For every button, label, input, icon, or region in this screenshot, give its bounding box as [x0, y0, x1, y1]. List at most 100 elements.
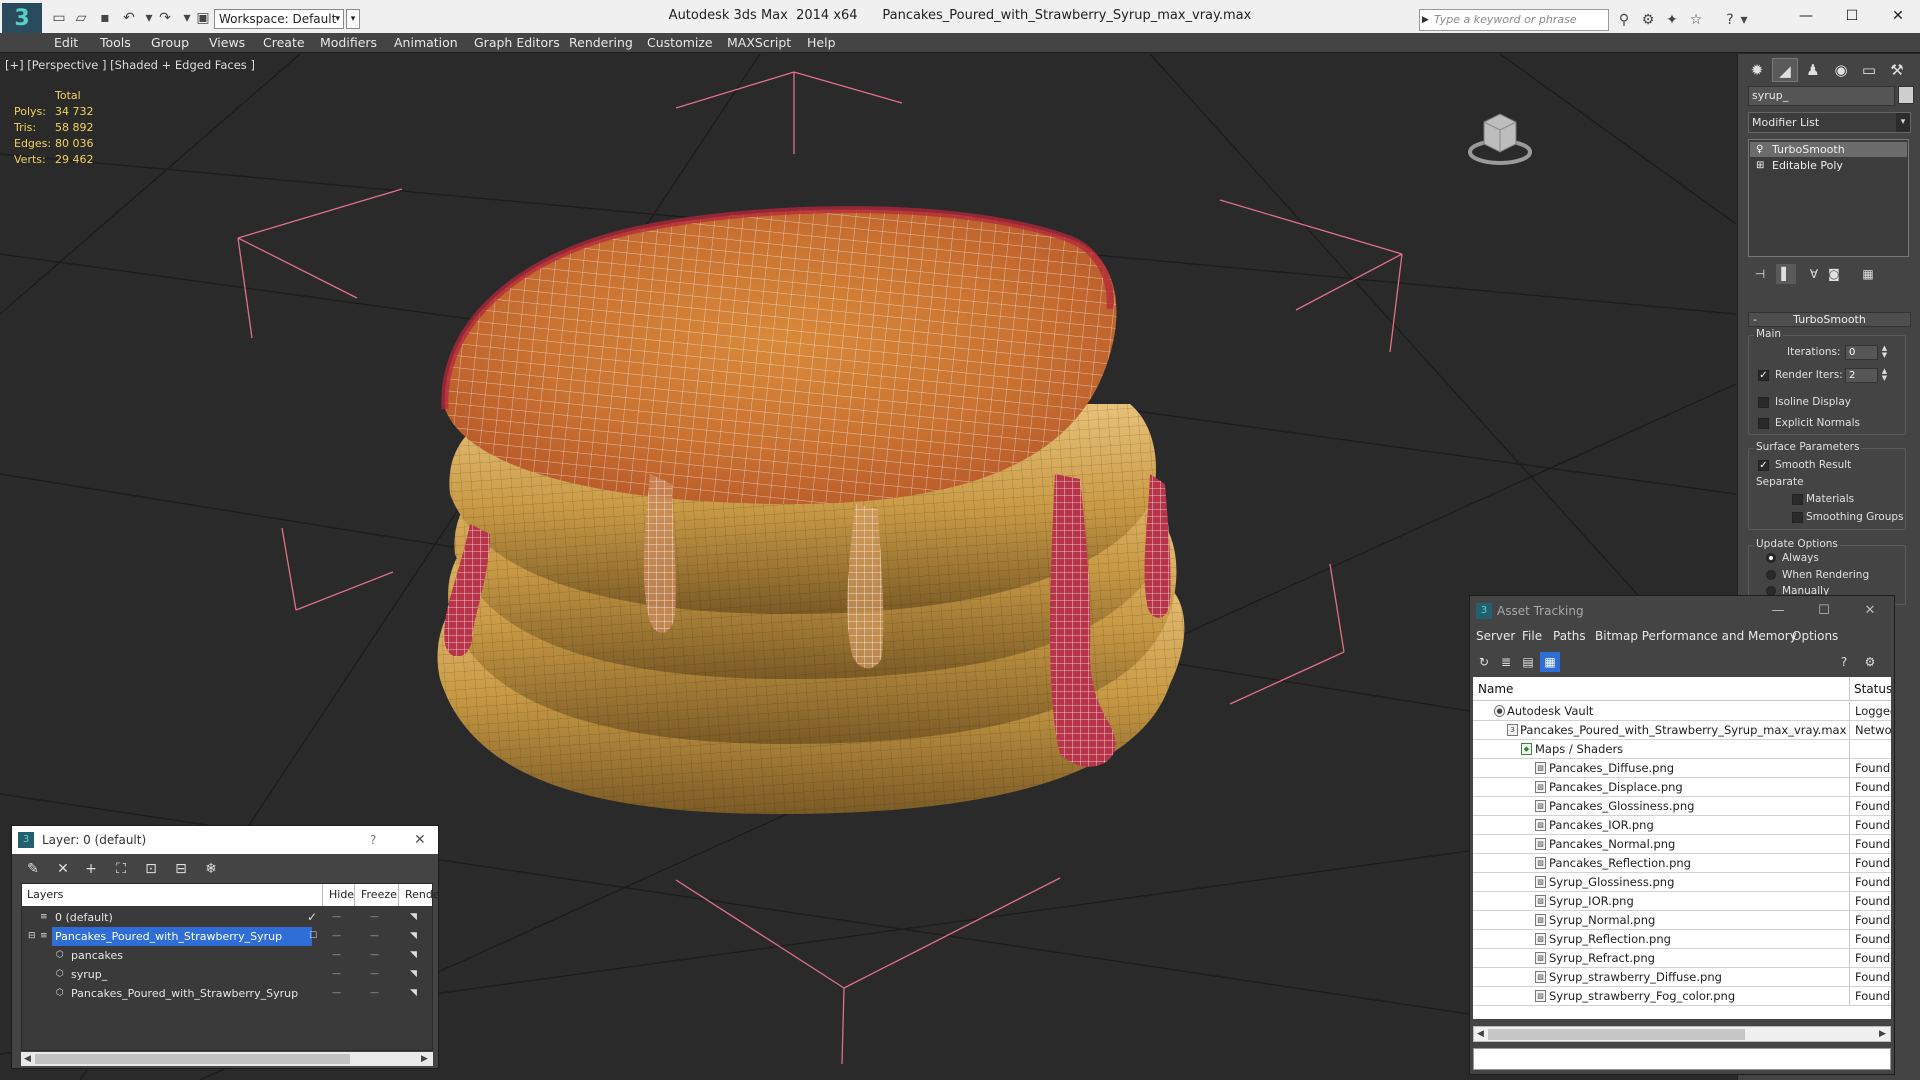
render-teapot-icon[interactable]: ◥: [410, 965, 417, 984]
menu-rendering[interactable]: Rendering: [569, 35, 633, 50]
make-unique-icon[interactable]: ∀: [1804, 264, 1824, 284]
asset-row[interactable]: ◆ Maps / Shaders: [1473, 740, 1891, 759]
current-layer-check-icon[interactable]: ✓: [307, 908, 317, 927]
settings-icon[interactable]: ⚙: [1860, 652, 1880, 672]
col-freeze[interactable]: Freeze: [361, 888, 397, 901]
remove-modifier-icon[interactable]: ◙: [1824, 264, 1844, 284]
menu-bitmap-performance[interactable]: Bitmap Performance and Memory: [1595, 629, 1797, 643]
hide-toggle[interactable]: —: [332, 908, 341, 927]
thumbnail-view-icon[interactable]: ▤: [1518, 652, 1538, 672]
close-button[interactable]: ✕: [1852, 596, 1888, 626]
asset-row[interactable]: ● Autodesk Vault Logged: [1473, 702, 1891, 721]
add-to-layer-icon[interactable]: +: [80, 858, 102, 880]
open-folder-icon[interactable]: ▱: [72, 9, 90, 27]
menu-tools[interactable]: Tools: [100, 35, 131, 50]
minimize-button[interactable]: —: [1760, 596, 1796, 626]
asset-row[interactable]: ▧ Syrup_Reflection.png Found: [1473, 930, 1891, 949]
render-teapot-icon[interactable]: ◥: [410, 927, 417, 946]
scroll-left-icon[interactable]: ◀: [1477, 1027, 1484, 1041]
pin-stack-icon[interactable]: ⊣: [1750, 264, 1770, 284]
scrollbar-thumb[interactable]: [35, 1054, 350, 1064]
freeze-all-layers-icon[interactable]: ❄: [200, 858, 222, 880]
scroll-left-icon[interactable]: ◀: [24, 1052, 31, 1066]
workspace-menu-button[interactable]: ▾: [346, 9, 360, 29]
smoothing-groups-checkbox[interactable]: [1792, 512, 1803, 523]
lightbulb-icon[interactable]: ♀: [1756, 142, 1763, 157]
layer-row[interactable]: ⊟ ≡ Pancakes_Poured_with_Strawberry_Syru…: [22, 927, 432, 946]
asset-row[interactable]: ▧ Pancakes_Normal.png Found: [1473, 835, 1891, 854]
highlight-layer-icon[interactable]: ⊡: [140, 858, 162, 880]
col-render[interactable]: Rende: [405, 888, 440, 901]
menu-customize[interactable]: Customize: [647, 35, 713, 50]
hide-all-layers-icon[interactable]: ⊟: [170, 858, 192, 880]
maximize-button[interactable]: ☐: [1806, 596, 1842, 626]
scrollbar-thumb[interactable]: [1488, 1029, 1745, 1040]
create-tab-icon[interactable]: ✹: [1744, 58, 1770, 82]
menu-paths[interactable]: Paths: [1553, 629, 1586, 643]
scroll-right-icon[interactable]: ▶: [1879, 1027, 1886, 1041]
display-tab-icon[interactable]: ▭: [1856, 58, 1882, 82]
asset-row[interactable]: ▧ Pancakes_Diffuse.png Found: [1473, 759, 1891, 778]
create-layer-icon[interactable]: ✎: [22, 858, 44, 880]
help-icon[interactable]: ?: [1834, 652, 1854, 672]
menu-help[interactable]: Help: [807, 35, 836, 50]
hide-toggle[interactable]: —: [332, 984, 341, 1003]
menu-options[interactable]: Options: [1792, 629, 1838, 643]
menu-group[interactable]: Group: [151, 35, 189, 50]
asset-row[interactable]: ▧ Syrup_Refract.png Found: [1473, 949, 1891, 968]
layer-row[interactable]: ≡ 0 (default) ✓ — — ◥: [22, 908, 432, 927]
select-objects-icon[interactable]: ⛶: [110, 858, 132, 880]
turbosmooth-rollout-header[interactable]: - TurboSmooth: [1748, 312, 1911, 327]
new-file-icon[interactable]: ▭: [50, 9, 68, 27]
scroll-right-icon[interactable]: ▶: [421, 1052, 428, 1066]
modify-tab-icon[interactable]: ◢: [1772, 58, 1798, 82]
object-name-field[interactable]: syrup_: [1748, 86, 1895, 106]
asset-row[interactable]: ▧ Syrup_Normal.png Found: [1473, 911, 1891, 930]
viewport-label[interactable]: [+] [Perspective ] [Shaded + Edged Faces…: [5, 58, 255, 72]
configure-modifier-sets-icon[interactable]: ▦: [1858, 264, 1878, 284]
table-view-icon[interactable]: ▦: [1540, 652, 1560, 672]
render-iters-spinner[interactable]: 2: [1845, 368, 1878, 383]
undo-icon[interactable]: ↶: [120, 9, 138, 27]
utilities-tab-icon[interactable]: ⚒: [1884, 58, 1910, 82]
asset-row[interactable]: ▧ Pancakes_IOR.png Found: [1473, 816, 1891, 835]
asset-row[interactable]: ▧ Syrup_strawberry_Fog_color.png Found: [1473, 987, 1891, 1006]
help-icon[interactable]: ?: [1720, 10, 1740, 30]
isoline-display-checkbox[interactable]: [1758, 397, 1769, 408]
expand-plus-icon[interactable]: ⊞: [1756, 158, 1764, 173]
when-rendering-radio[interactable]: [1766, 570, 1776, 580]
freeze-toggle[interactable]: —: [370, 908, 379, 927]
stack-item-editable-poly[interactable]: ⊞ Editable Poly: [1750, 158, 1907, 173]
hide-toggle[interactable]: —: [332, 946, 341, 965]
redo-icon[interactable]: ↷: [156, 9, 174, 27]
freeze-toggle[interactable]: —: [370, 984, 379, 1003]
freeze-toggle[interactable]: —: [370, 927, 379, 946]
hierarchy-tab-icon[interactable]: ♟: [1800, 58, 1826, 82]
materials-checkbox[interactable]: [1792, 494, 1803, 505]
render-teapot-icon[interactable]: ◥: [410, 908, 417, 927]
stack-item-turbosmooth[interactable]: ♀ TurboSmooth: [1750, 142, 1907, 157]
asset-tracking-titlebar[interactable]: 3 Asset Tracking — ☐ ✕: [1470, 596, 1894, 626]
asset-row[interactable]: ▧ Pancakes_Reflection.png Found: [1473, 854, 1891, 873]
layer-row[interactable]: ⬡ syrup_ — — ◥: [22, 965, 432, 984]
workspace-select[interactable]: Workspace: Default ▾: [214, 9, 344, 29]
close-window-button[interactable]: ✕: [1878, 5, 1918, 27]
favorites-star-icon[interactable]: ☆: [1686, 10, 1706, 30]
hide-toggle[interactable]: —: [332, 965, 341, 984]
iterations-spinner[interactable]: 0: [1845, 345, 1878, 360]
layer-row[interactable]: ⬡ Pancakes_Poured_with_Strawberry_Syrup …: [22, 984, 432, 1003]
close-button[interactable]: ✕: [414, 826, 426, 854]
hide-toggle[interactable]: —: [332, 927, 341, 946]
smooth-result-checkbox[interactable]: ✓: [1758, 460, 1769, 471]
col-name[interactable]: Name: [1478, 682, 1513, 696]
menu-file[interactable]: File: [1522, 629, 1542, 643]
layer-horizontal-scrollbar[interactable]: ◀ ▶: [21, 1052, 433, 1066]
motion-tab-icon[interactable]: ◉: [1828, 58, 1854, 82]
project-folder-icon[interactable]: ▣: [194, 9, 212, 27]
help-search-input[interactable]: ▶ Type a keyword or phrase: [1419, 9, 1609, 31]
col-hide[interactable]: Hide: [329, 888, 354, 901]
binoculars-icon[interactable]: ⚲: [1614, 10, 1634, 30]
help-dropdown-icon[interactable]: ▾: [1738, 10, 1750, 30]
modifier-list-dropdown[interactable]: Modifier List ▾: [1748, 112, 1911, 133]
render-iters-checkbox[interactable]: ✓: [1758, 370, 1769, 381]
